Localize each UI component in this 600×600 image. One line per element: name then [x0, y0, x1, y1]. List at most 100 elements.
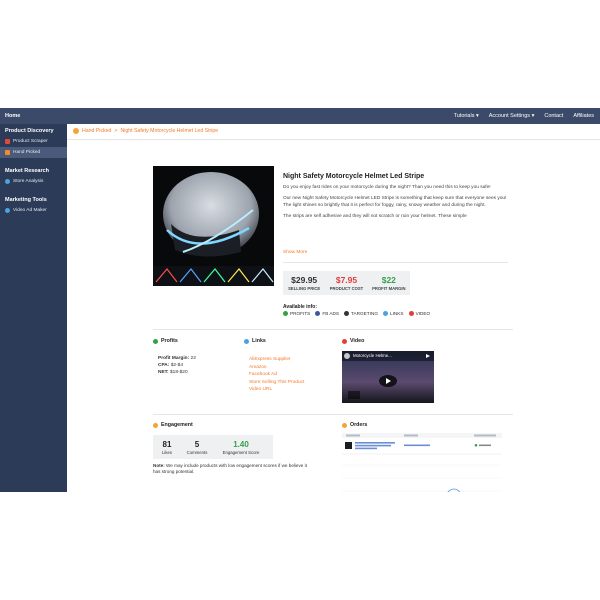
sidebar-item-video-ad-maker[interactable]: Video Ad Maker — [0, 205, 67, 216]
net-val: $18-$20 — [170, 370, 188, 375]
sidebar-item-product-scraper[interactable]: Product Scraper — [0, 136, 67, 147]
sidebar-heading-product-discovery: Product Discovery — [5, 128, 54, 134]
sidebar-item-label: Store Analysis — [13, 179, 44, 184]
available-video[interactable]: VIDEO — [408, 311, 431, 316]
engagement-note: Note: We may include products with low e… — [153, 463, 313, 475]
section-divider — [153, 329, 513, 330]
likes-label: Likes — [161, 449, 173, 455]
section-title-text: Video — [350, 338, 365, 344]
links-section-title: Links — [244, 338, 266, 344]
available-links[interactable]: LINKS — [383, 311, 404, 316]
available-fb-ads[interactable]: FB ADS — [315, 311, 339, 316]
link-video-url[interactable]: Video URL — [249, 386, 304, 394]
nav-affiliates[interactable]: Affiliates — [573, 113, 594, 119]
link-icon — [244, 338, 249, 344]
product-image — [153, 166, 274, 286]
home-link[interactable]: Home — [5, 113, 20, 119]
link-store-selling[interactable]: Store Selling This Product — [249, 379, 304, 387]
selling-price: $29.95 SELLING PRICE — [283, 271, 325, 295]
sidebar: Product Discovery Product Scraper Hand P… — [0, 124, 67, 492]
sidebar-heading-market-research: Market Research — [5, 168, 50, 174]
breadcrumb-current: Night Safety Motorcycle Helmet Led Strip… — [120, 128, 219, 134]
available-profits[interactable]: PROFITS — [283, 311, 310, 316]
product-title: Night Safety Motorcycle Helmet Led Strip… — [283, 173, 425, 180]
sidebar-item-label: Product Scraper — [13, 139, 48, 144]
links-list: AliExpress Supplier Amazon Facebook Ad S… — [249, 356, 304, 394]
profit-margin: $22 PROFIT MARGIN — [368, 271, 410, 295]
selling-price-label: SELLING PRICE — [288, 286, 321, 291]
likes-stat: 81 Likes — [153, 435, 181, 459]
profit-margin-val: 22 — [190, 356, 196, 361]
available-info-title: Available info: — [283, 304, 317, 310]
dollar-icon — [153, 338, 158, 344]
link-icon — [383, 311, 388, 316]
product-cost-value: $7.95 — [335, 275, 358, 285]
profits-details: Profit Margin: 22 CPA: $2-$4 NET: $18-$2… — [158, 355, 196, 376]
section-title-text: Profits — [161, 338, 178, 344]
orders-icon — [342, 422, 347, 428]
note-label: Note: — [153, 463, 165, 468]
globe-icon — [5, 179, 10, 184]
sidebar-item-hand-picked[interactable]: Hand Picked — [0, 147, 67, 158]
comments-value: 5 — [194, 439, 200, 449]
note-text: We may include products with low engagem… — [153, 463, 307, 474]
section-title-text: Engagement — [161, 422, 193, 428]
engagement-score-label: Engagement Score — [222, 449, 260, 455]
link-aliexpress-supplier[interactable]: AliExpress Supplier — [249, 356, 304, 364]
app-window: Home Tutorials ▾ Account Settings ▾ Cont… — [0, 108, 600, 492]
video-icon — [408, 311, 414, 316]
hand-picked-icon — [5, 150, 10, 155]
profit-margin-label: PROFIT MARGIN — [372, 286, 406, 291]
video-player[interactable]: Motorcycle Helme... — [342, 351, 434, 403]
nav-tutorials[interactable]: Tutorials ▾ — [454, 113, 479, 119]
description-divider — [283, 262, 508, 263]
video-section-title: Video — [342, 338, 364, 344]
video-icon — [5, 208, 10, 213]
breadcrumb-divider — [67, 139, 600, 140]
likes-value: 81 — [162, 439, 172, 449]
available-targeting[interactable]: TARGETING — [344, 311, 378, 316]
section-title-text: Links — [252, 338, 266, 344]
profit-margin-value: $22 — [381, 275, 396, 285]
breadcrumb: Hand Picked > Night Safety Motorcycle He… — [73, 128, 218, 134]
target-icon — [344, 311, 349, 316]
available-label: VIDEO — [415, 311, 431, 316]
profits-section-title: Profits — [153, 338, 178, 344]
profit-margin-key: Profit Margin: — [158, 356, 190, 361]
orders-section-title: Orders — [342, 422, 367, 428]
facebook-icon — [315, 311, 321, 316]
available-label: PROFITS — [290, 311, 311, 316]
engagement-score-stat: 1.40 Engagement Score — [213, 435, 269, 459]
sidebar-heading-marketing-tools: Marketing Tools — [5, 197, 47, 203]
available-info-list: PROFITS FB ADS TARGETING LINKS VIDEO — [283, 311, 430, 316]
description-paragraph: Do you enjoy fast rides on your motorcyc… — [283, 185, 491, 190]
engagement-section-title: Engagement — [153, 422, 193, 428]
breadcrumb-root[interactable]: Hand Picked — [82, 128, 111, 134]
nav-contact[interactable]: Contact — [544, 113, 563, 119]
orders-panel — [342, 433, 502, 492]
available-label: TARGETING — [351, 311, 378, 316]
top-navbar: Home Tutorials ▾ Account Settings ▾ Cont… — [0, 108, 600, 124]
show-more-link[interactable]: Show More — [283, 250, 307, 255]
cpa-val: $2-$4 — [170, 363, 183, 368]
link-amazon[interactable]: Amazon — [249, 364, 304, 372]
product-description: Do you enjoy fast rides on your motorcyc… — [283, 185, 508, 225]
description-paragraph: The strips are self adhesive and they wi… — [283, 213, 467, 219]
comments-label: Comments — [186, 449, 208, 455]
available-label: FB ADS — [322, 311, 339, 316]
sidebar-item-label: Hand Picked — [13, 150, 41, 155]
sidebar-item-store-analysis[interactable]: Store Analysis — [0, 176, 67, 187]
available-label: LINKS — [390, 311, 404, 316]
product-cost: $7.95 PRODUCT COST — [325, 271, 367, 295]
section-divider — [153, 414, 513, 415]
description-paragraph: Our new Night Safety Motorcycle Helmet L… — [283, 196, 507, 208]
main-content: Hand Picked > Night Safety Motorcycle He… — [67, 124, 600, 492]
video-caption: Motorcycle Helme... — [353, 353, 392, 358]
dollar-icon — [283, 311, 288, 316]
pricing-summary: $29.95 SELLING PRICE $7.95 PRODUCT COST … — [283, 271, 410, 295]
selling-price-value: $29.95 — [291, 275, 318, 285]
nav-account-settings[interactable]: Account Settings ▾ — [489, 113, 535, 119]
link-facebook-ad[interactable]: Facebook Ad — [249, 371, 304, 379]
engagement-icon — [153, 422, 158, 428]
comments-stat: 5 Comments — [181, 435, 213, 459]
